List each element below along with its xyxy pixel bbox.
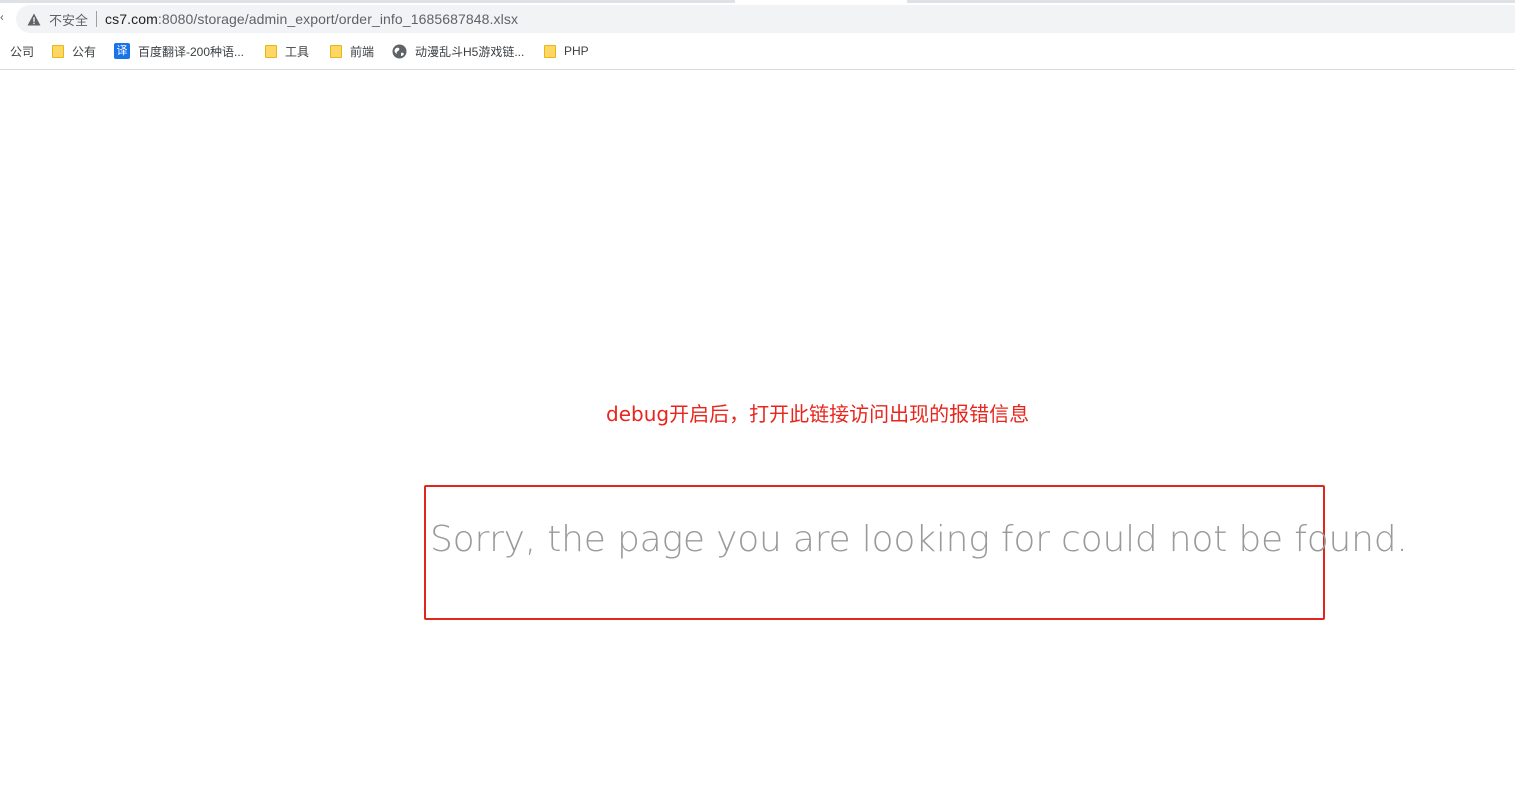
tab-strip (0, 0, 1515, 3)
bookmark-folder-tools[interactable]: 工具 (265, 42, 309, 60)
bookmark-label: 公司 (10, 44, 35, 59)
folder-icon (330, 44, 342, 58)
bookmark-folder-public[interactable]: 公有 (52, 42, 96, 60)
bookmarks-bar: 公司 公有 译 百度翻译-200种语... 工具 前端 动漫乱斗H5游戏链...… (0, 38, 1515, 64)
security-status-label[interactable]: 不安全 (49, 10, 88, 29)
page-content: debug开启后，打开此链接访问出现的报错信息 Sorry, the page … (0, 71, 1515, 798)
translate-icon: 译 (114, 43, 130, 59)
warning-triangle-icon[interactable] (27, 12, 41, 26)
omnibox-divider (96, 11, 98, 27)
url-path: :8080/storage/admin_export/order_info_16… (157, 11, 519, 27)
globe-icon (392, 44, 407, 59)
folder-icon (265, 44, 277, 58)
bookmark-label: 公有 (72, 44, 97, 59)
bookmark-label: 前端 (350, 44, 375, 59)
browser-chrome: ‹ 不安全 cs7.com:8080/storage/admin_export/… (0, 0, 1515, 70)
bookmark-folder-php[interactable]: PHP (544, 42, 589, 60)
folder-icon (52, 44, 64, 58)
error-message: Sorry, the page you are looking for coul… (430, 519, 1408, 560)
bookmark-folder-frontend[interactable]: 前端 (330, 42, 374, 60)
bookmark-label: 工具 (285, 44, 310, 59)
bookmark-label: 百度翻译-200种语... (138, 44, 245, 59)
bookmark-anime-game[interactable]: 动漫乱斗H5游戏链... (392, 42, 524, 60)
bookmark-label: 动漫乱斗H5游戏链... (415, 44, 525, 59)
active-tab-edge[interactable] (735, 0, 907, 3)
folder-icon (544, 44, 556, 58)
address-bar[interactable]: 不安全 cs7.com:8080/storage/admin_export/or… (16, 5, 1515, 33)
url-host: cs7.com (105, 11, 158, 27)
back-button-stub[interactable]: ‹ (0, 10, 3, 24)
bookmark-baidu-translate[interactable]: 译 百度翻译-200种语... (114, 42, 244, 60)
debug-annotation: debug开启后，打开此链接访问出现的报错信息 (606, 402, 1030, 426)
url-text[interactable]: cs7.com:8080/storage/admin_export/order_… (105, 11, 518, 27)
bookmark-label: PHP (564, 44, 589, 58)
bookmark-company[interactable]: 公司 (10, 42, 34, 60)
